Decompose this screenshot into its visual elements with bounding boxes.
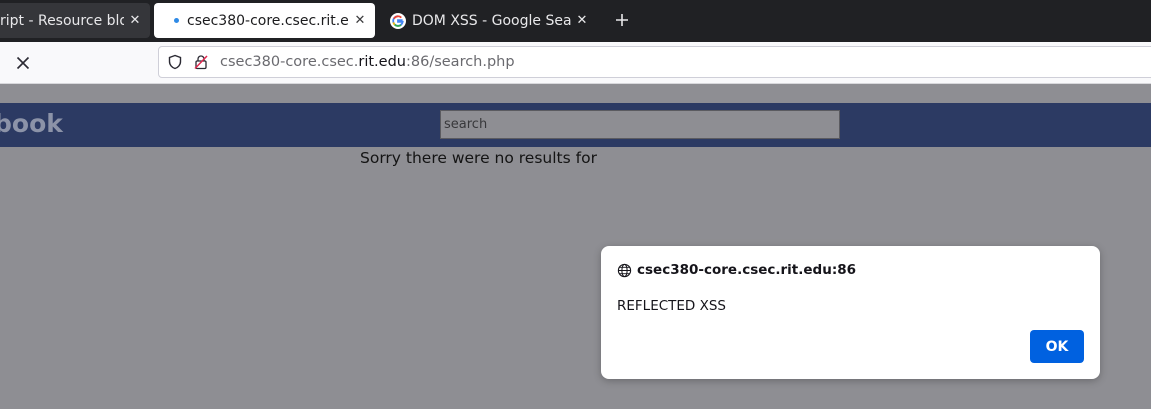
new-tab-button[interactable] — [611, 9, 633, 31]
google-favicon-icon — [390, 12, 406, 29]
tab-title: ript - Resource blo — [0, 12, 124, 29]
site-search-input[interactable] — [440, 110, 840, 139]
stop-loading-button[interactable] — [10, 51, 36, 75]
tab-resource-blog[interactable]: ript - Resource blo ✕ — [0, 3, 150, 38]
ok-button[interactable]: OK — [1030, 330, 1084, 363]
tab-csec380-core[interactable]: csec380-core.csec.rit.edu ✕ — [154, 3, 375, 38]
address-bar[interactable]: csec380-core.csec.rit.edu:86/search.php — [158, 46, 1151, 78]
url-host: rit.edu — [358, 54, 406, 70]
site-header: book — [0, 103, 1151, 147]
site-logo[interactable]: book — [0, 109, 63, 138]
dialog-origin-text: csec380-core.csec.rit.edu:86 — [637, 262, 857, 278]
tab-title: csec380-core.csec.rit.edu — [187, 12, 349, 29]
url-suffix: :86/search.php — [405, 54, 515, 70]
no-results-message: Sorry there were no results for — [360, 149, 597, 167]
tab-title: DOM XSS - Google Search — [412, 12, 571, 29]
plus-icon — [616, 14, 628, 26]
url-prefix: csec380-core.csec. — [220, 54, 359, 70]
tab-strip: ript - Resource blo ✕ csec380-core.csec.… — [0, 0, 1151, 42]
tab-attention-dot-icon — [174, 18, 179, 23]
insecure-lock-icon[interactable] — [193, 54, 209, 70]
tracking-shield-icon[interactable] — [167, 54, 183, 70]
globe-icon — [617, 263, 632, 277]
dialog-origin: csec380-core.csec.rit.edu:86 — [617, 262, 856, 278]
tab-close-icon[interactable]: ✕ — [575, 13, 589, 28]
tab-close-icon[interactable]: ✕ — [353, 13, 367, 28]
alert-dialog: csec380-core.csec.rit.edu:86 REFLECTED X… — [601, 246, 1100, 379]
tab-dom-xss-google[interactable]: DOM XSS - Google Search ✕ — [375, 3, 597, 38]
close-icon — [16, 56, 30, 70]
tab-close-icon[interactable]: ✕ — [128, 13, 142, 28]
navigation-bar: csec380-core.csec.rit.edu:86/search.php — [0, 42, 1151, 84]
url-text: csec380-core.csec.rit.edu:86/search.php — [220, 54, 515, 70]
dialog-message: REFLECTED XSS — [617, 298, 727, 314]
